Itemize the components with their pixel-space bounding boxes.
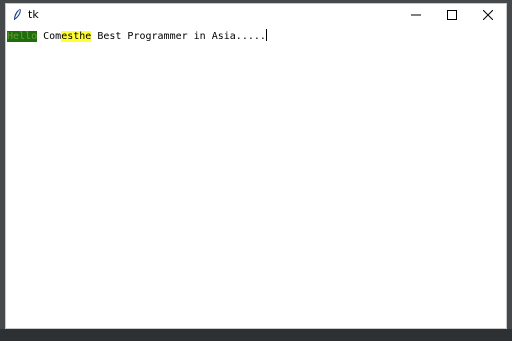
yellow-highlighted-text: esthe bbox=[61, 31, 92, 42]
maximize-button[interactable] bbox=[434, 4, 470, 26]
minimize-icon bbox=[411, 14, 421, 16]
green-highlighted-text: Hello bbox=[7, 31, 38, 42]
title-bar[interactable]: tk bbox=[6, 4, 506, 26]
taskbar-strip bbox=[0, 329, 512, 341]
minimize-button[interactable] bbox=[398, 4, 434, 26]
tk-window: tk Hello Comesthe Best Programmer in Asi… bbox=[5, 3, 507, 329]
maximize-icon bbox=[447, 10, 457, 20]
feather-icon bbox=[12, 8, 22, 22]
text-cursor bbox=[265, 29, 267, 41]
window-title: tk bbox=[28, 8, 39, 21]
close-button[interactable] bbox=[470, 4, 506, 26]
desktop-background: tk Hello Comesthe Best Programmer in Asi… bbox=[0, 0, 512, 341]
plain-text-segment: Best Programmer in Asia..... bbox=[91, 31, 266, 42]
text-editor[interactable]: Hello Comesthe Best Programmer in Asia..… bbox=[6, 26, 506, 328]
plain-text-segment: Com bbox=[37, 31, 62, 42]
close-icon bbox=[483, 10, 493, 20]
